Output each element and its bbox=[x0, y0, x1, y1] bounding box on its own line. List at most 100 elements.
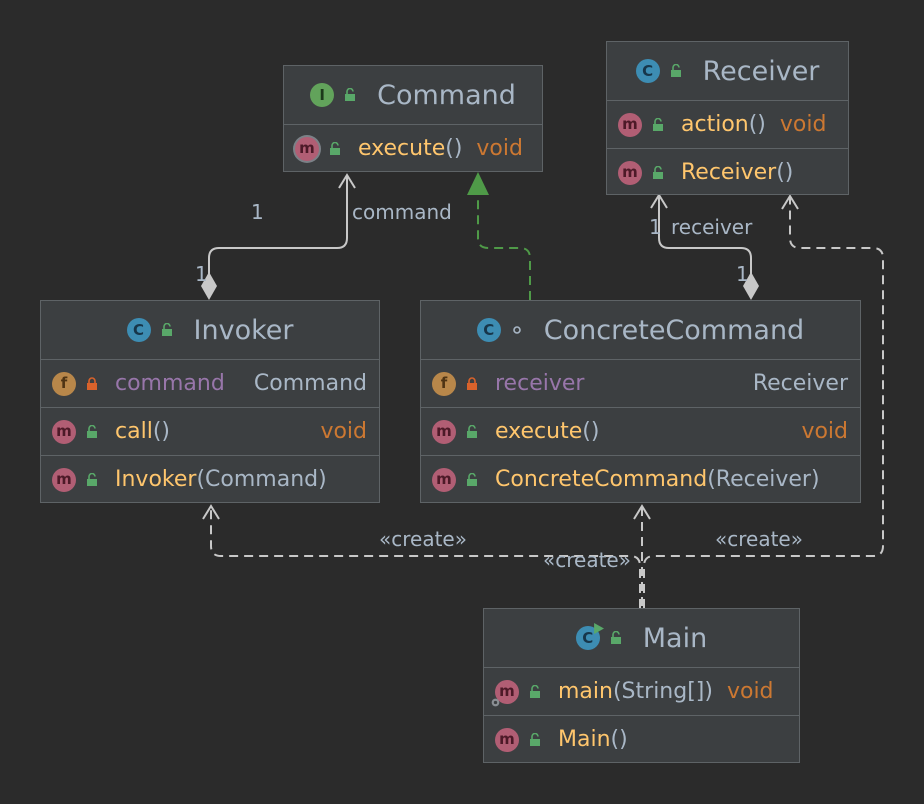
public-unlock-icon bbox=[670, 64, 681, 77]
runnable-class-icon: C bbox=[575, 623, 604, 650]
static-gear-icon bbox=[491, 698, 500, 706]
main-concrete-create bbox=[633, 504, 651, 606]
private-lock-icon bbox=[467, 376, 477, 390]
method-icon: m bbox=[432, 467, 456, 492]
method-params: (Receiver) bbox=[707, 467, 820, 492]
method-icon: m bbox=[618, 112, 642, 137]
public-unlock-icon bbox=[610, 631, 621, 644]
member-row-invoker-constructor[interactable]: m Invoker (Command) bbox=[41, 455, 379, 503]
create-stereotype-label: «create» bbox=[543, 548, 631, 572]
concrete-command-realization bbox=[467, 172, 531, 300]
return-type: void bbox=[779, 112, 827, 137]
field-icon: f bbox=[52, 371, 76, 396]
class-name: Command bbox=[377, 79, 516, 111]
class-name: Invoker bbox=[193, 314, 294, 346]
create-stereotype-label: «create» bbox=[379, 527, 467, 551]
method-icon: m bbox=[52, 467, 76, 492]
method-name: ConcreteCommand bbox=[495, 467, 708, 492]
field-row-command[interactable]: f command Command bbox=[41, 360, 379, 407]
method-name: Receiver bbox=[681, 160, 777, 185]
public-unlock-icon bbox=[87, 424, 97, 438]
field-type: Receiver bbox=[752, 371, 848, 396]
method-icon: m bbox=[495, 727, 519, 752]
member-row-main[interactable]: m main (String[]) void bbox=[484, 668, 799, 715]
method-params: (String[]) bbox=[612, 679, 713, 704]
method-params: () bbox=[445, 136, 463, 161]
field-type: Command bbox=[253, 371, 367, 396]
method-params: () bbox=[582, 419, 600, 444]
class-header: C Invoker bbox=[41, 301, 379, 360]
method-name: main bbox=[558, 679, 613, 704]
method-name: execute bbox=[495, 419, 583, 444]
class-box-receiver[interactable]: C Receiver m action () void m Receiver (… bbox=[606, 41, 849, 195]
role-label-receiver: receiver bbox=[671, 215, 753, 239]
class-header: C Main bbox=[484, 609, 799, 668]
class-box-invoker[interactable]: C Invoker f command Command m call () vo… bbox=[40, 300, 380, 503]
field-name: command bbox=[115, 371, 225, 396]
member-row-main-constructor[interactable]: m Main () bbox=[484, 715, 799, 763]
public-unlock-icon bbox=[653, 117, 663, 131]
method-name: Invoker bbox=[115, 467, 197, 492]
class-name: Receiver bbox=[702, 55, 820, 87]
public-unlock-icon bbox=[467, 472, 477, 486]
method-icon: m bbox=[432, 419, 456, 444]
return-type: void bbox=[726, 679, 774, 704]
method-name: Main bbox=[558, 727, 611, 752]
return-type: void bbox=[801, 419, 848, 444]
class-box-main[interactable]: C Main m main (String[]) void m Main () bbox=[483, 608, 800, 763]
method-params: () bbox=[776, 160, 794, 185]
member-row-execute[interactable]: m execute () void bbox=[421, 407, 860, 455]
public-unlock-icon bbox=[161, 323, 172, 336]
role-label-command: command bbox=[352, 200, 452, 224]
class-name: Main bbox=[642, 622, 708, 654]
method-params: () bbox=[610, 727, 628, 752]
interface-icon: I bbox=[310, 83, 335, 107]
method-name: action bbox=[681, 112, 749, 137]
public-unlock-icon bbox=[467, 424, 477, 438]
realization-arrowhead bbox=[467, 172, 489, 195]
class-name: ConcreteCommand bbox=[543, 314, 805, 346]
return-type: void bbox=[476, 136, 523, 161]
member-row-concrete-command-constructor[interactable]: m ConcreteCommand (Receiver) bbox=[421, 455, 860, 503]
class-icon: C bbox=[635, 59, 660, 83]
field-row-receiver[interactable]: f receiver Receiver bbox=[421, 360, 860, 407]
public-unlock-icon bbox=[530, 684, 540, 698]
member-row-receiver-constructor[interactable]: m Receiver () bbox=[607, 148, 848, 196]
invoker-command-association bbox=[201, 173, 356, 300]
public-unlock-icon bbox=[530, 732, 540, 746]
class-icon: C bbox=[476, 318, 501, 342]
member-row-call[interactable]: m call () void bbox=[41, 407, 379, 455]
field-icon: f bbox=[432, 371, 456, 396]
static-method-icon: m bbox=[491, 679, 519, 706]
abstract-method-icon: m bbox=[295, 136, 319, 161]
multiplicity-label: 1 bbox=[195, 262, 208, 286]
class-box-command[interactable]: I Command m execute () void bbox=[283, 65, 543, 172]
package-private-icon bbox=[512, 326, 521, 334]
method-icon: m bbox=[618, 160, 642, 185]
class-header: C ConcreteCommand bbox=[421, 301, 860, 360]
method-params: (Command) bbox=[196, 467, 327, 492]
public-unlock-icon bbox=[330, 141, 340, 155]
public-unlock-icon bbox=[87, 472, 97, 486]
return-type: void bbox=[320, 419, 367, 444]
member-row-action[interactable]: m action () void bbox=[607, 101, 848, 148]
method-params: () bbox=[748, 112, 766, 137]
method-icon: m bbox=[52, 419, 76, 444]
class-box-concrete-command[interactable]: C ConcreteCommand f receiver Receiver m … bbox=[420, 300, 861, 503]
public-unlock-icon bbox=[345, 88, 356, 101]
private-lock-icon bbox=[87, 376, 97, 390]
method-name: call bbox=[115, 419, 153, 444]
public-unlock-icon bbox=[653, 165, 663, 179]
multiplicity-label: 1 bbox=[736, 262, 749, 286]
run-arrow-icon bbox=[593, 623, 604, 634]
member-row-execute[interactable]: m execute () void bbox=[284, 125, 542, 172]
method-name: execute bbox=[358, 136, 446, 161]
multiplicity-label: 1 bbox=[649, 215, 662, 239]
method-params: () bbox=[152, 419, 170, 444]
class-header: I Command bbox=[284, 66, 542, 125]
field-name: receiver bbox=[495, 371, 585, 396]
class-header: C Receiver bbox=[607, 42, 848, 101]
create-stereotype-label: «create» bbox=[715, 527, 803, 551]
multiplicity-label: 1 bbox=[251, 200, 264, 224]
class-icon: C bbox=[126, 318, 151, 342]
